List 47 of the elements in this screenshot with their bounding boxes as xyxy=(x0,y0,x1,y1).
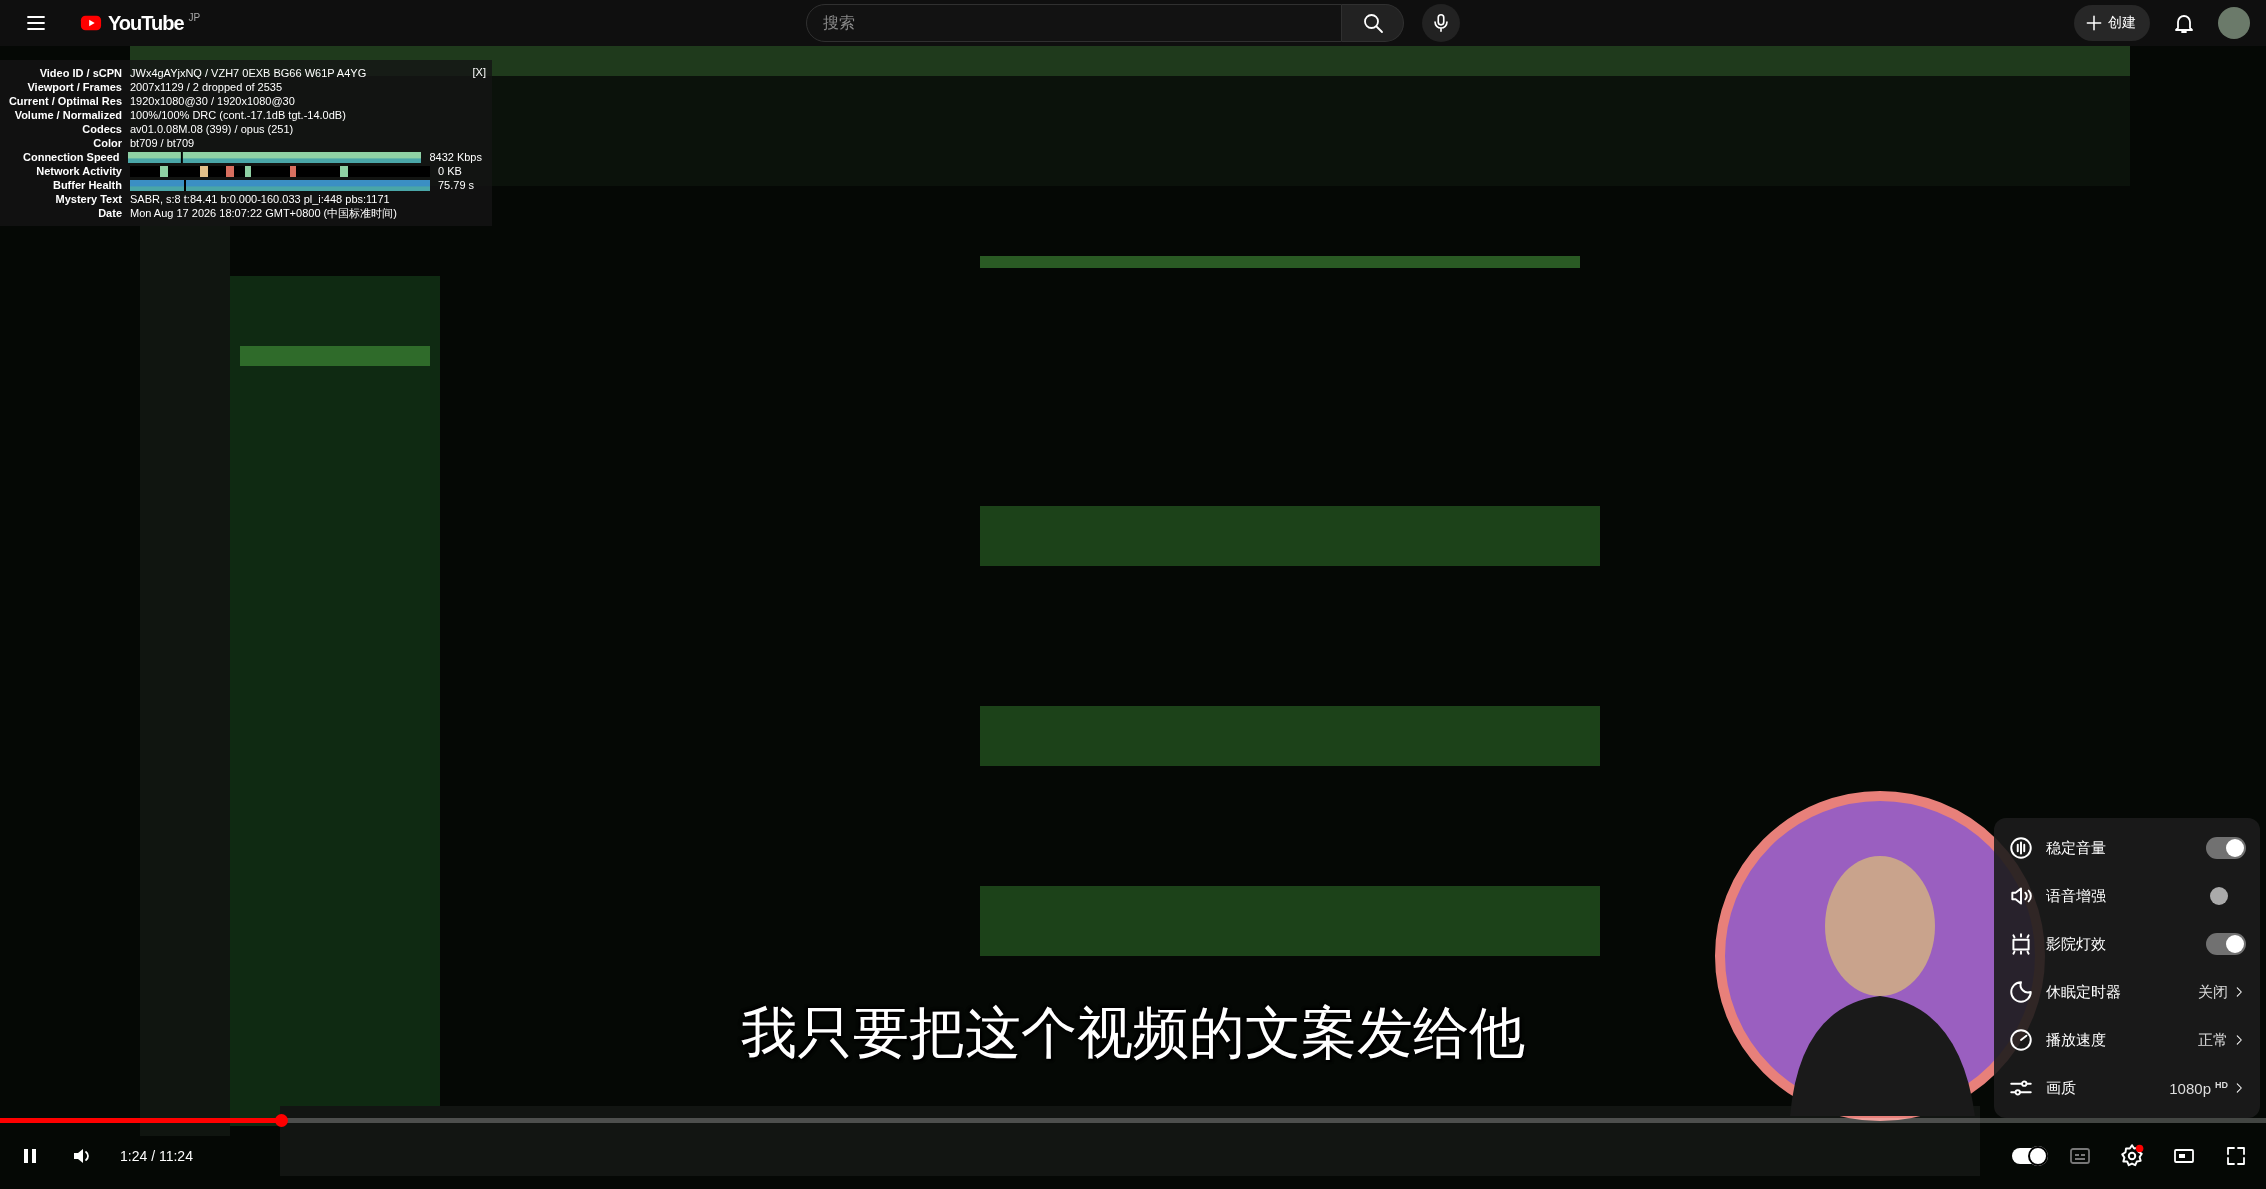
stat-reading: 0 KB xyxy=(438,164,462,178)
settings-icon xyxy=(2119,1143,2145,1169)
stat-label: Connection Speed xyxy=(22,150,120,164)
stat-value: bt709 / bt709 xyxy=(130,136,195,150)
stat-reading: 8432 Kbps xyxy=(429,150,482,164)
create-button[interactable]: 创建 xyxy=(2074,5,2150,41)
caption-text: 我只要把这个视频的文案发给他 xyxy=(740,1000,1526,1066)
toggle-switch[interactable] xyxy=(2206,837,2246,859)
stat-label: Video ID / sCPN xyxy=(38,66,122,80)
menu-item[interactable]: 播放速度 正常 xyxy=(1994,1016,2260,1064)
stat-label: Date xyxy=(97,206,122,220)
stat-label: Current / Optimal Res xyxy=(7,94,122,108)
region-label: JP xyxy=(188,11,201,23)
avatar[interactable] xyxy=(2218,7,2250,39)
toggle-switch[interactable] xyxy=(2206,933,2246,955)
stat-value: SABR, s:8 t:84.41 b:0.000-160.033 pl_i:448 pbs:1171 xyxy=(130,192,390,206)
time-display: 1:24 / 11:24 xyxy=(120,1148,193,1164)
microphone-button[interactable] xyxy=(1422,4,1460,42)
stat-label: Network Activity xyxy=(35,164,122,178)
stat-label: Color xyxy=(92,136,122,150)
stat-label: Mystery Text xyxy=(54,192,122,206)
stat-value: av01.0.08M.08 (399) / opus (251) xyxy=(130,122,294,136)
volume-wave-icon xyxy=(2008,835,2034,861)
menu-item[interactable]: 影院灯效 xyxy=(1994,920,2260,968)
stat-label: Viewport / Frames xyxy=(26,80,122,94)
stat-value: 1920x1080@30 / 1920x1080@30 xyxy=(130,94,295,108)
autoplay-toggle[interactable] xyxy=(2012,1148,2046,1164)
stat-value: JWx4gAYjxNQ / VZH7 0EXB BG66 W61P A4YG xyxy=(130,66,367,80)
moon-icon xyxy=(2008,979,2034,1005)
plus-icon xyxy=(2084,13,2104,33)
fullscreen-icon xyxy=(2224,1144,2248,1168)
stat-value: 100%/100% DRC (cont.-17.1dB tgt.-14.0dB) xyxy=(130,108,346,122)
stat-value: Mon Aug 17 2026 18:07:22 GMT+0800 (中国标准时间) xyxy=(130,206,397,220)
stat-label: Codecs xyxy=(81,122,122,136)
stat-label: Buffer Health xyxy=(51,178,122,192)
search-button[interactable] xyxy=(1342,4,1404,42)
stat-reading: 75.79 s xyxy=(438,178,475,192)
search-field[interactable]: 搜索 xyxy=(806,4,1342,42)
stat-value: 2007x1129 / 2 dropped of 2535 xyxy=(130,80,283,94)
gauge-icon xyxy=(2008,1027,2034,1053)
stat-label: Volume / Normalized xyxy=(13,108,122,122)
menu-item[interactable]: 休眠定时器 关闭 xyxy=(1994,968,2260,1016)
menu-item[interactable]: 画质 1080p $^{HD}$ xyxy=(1994,1064,2260,1112)
menu-item[interactable]: 语音增强 xyxy=(1994,872,2260,920)
close-button[interactable]: [X] xyxy=(472,66,486,78)
menu-item[interactable]: 稳定音量 xyxy=(1994,824,2260,872)
logo-text[interactable]: YouTube xyxy=(108,11,184,35)
